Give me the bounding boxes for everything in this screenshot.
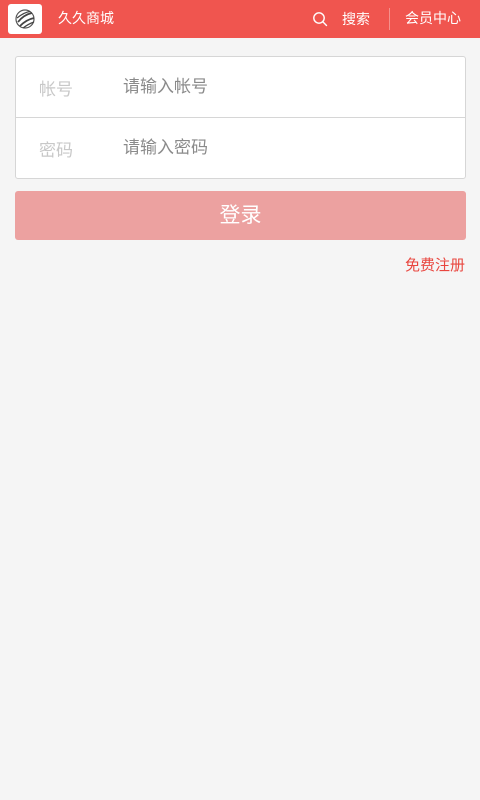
member-center-button[interactable]: 会员中心 xyxy=(405,0,461,38)
password-input[interactable] xyxy=(123,138,443,158)
password-row: 密码 xyxy=(16,118,465,178)
top-header: 久久商城 搜索 会员中心 xyxy=(0,0,480,38)
search-button[interactable]: 搜索 xyxy=(312,0,370,38)
account-label: 帐号 xyxy=(39,79,73,100)
search-label: 搜索 xyxy=(342,12,370,28)
account-input[interactable] xyxy=(123,77,443,97)
app-title: 久久商城 xyxy=(58,11,114,27)
password-label: 密码 xyxy=(39,140,73,161)
search-icon xyxy=(313,12,328,27)
header-divider xyxy=(389,8,390,30)
globe-logo-icon xyxy=(15,9,35,29)
account-row: 帐号 xyxy=(16,57,465,117)
login-button[interactable]: 登录 xyxy=(15,191,466,240)
app-logo[interactable] xyxy=(8,4,42,34)
register-link[interactable]: 免费注册 xyxy=(405,254,465,275)
login-form: 帐号 密码 xyxy=(15,56,466,179)
